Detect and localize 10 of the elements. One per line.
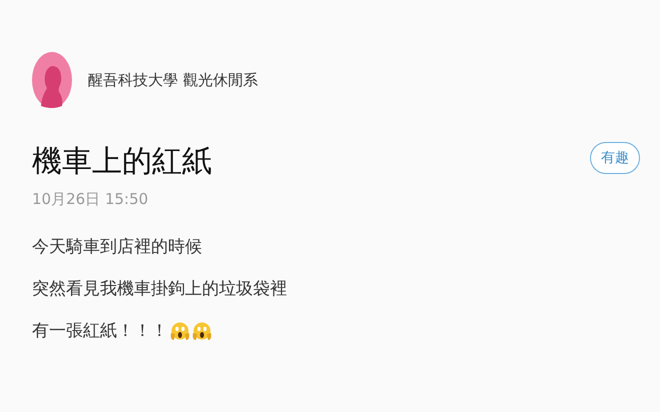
post-date: 10月26日 15:50	[32, 190, 150, 209]
post-text: 今天騎車到店裡的時候	[32, 237, 202, 257]
scream-emoji-icon	[170, 321, 190, 341]
post-text: 有一張紅紙！！！	[32, 321, 168, 341]
avatar-icon	[32, 52, 72, 108]
post-title: 機車上的紅紙	[32, 143, 212, 181]
scream-emoji-icon	[192, 321, 212, 341]
author-name: 醒吾科技大學 觀光休閒系	[88, 70, 258, 90]
interest-button[interactable]: 有趣	[590, 142, 640, 174]
post-text: 突然看見我機車掛鉤上的垃圾袋裡	[32, 279, 287, 299]
